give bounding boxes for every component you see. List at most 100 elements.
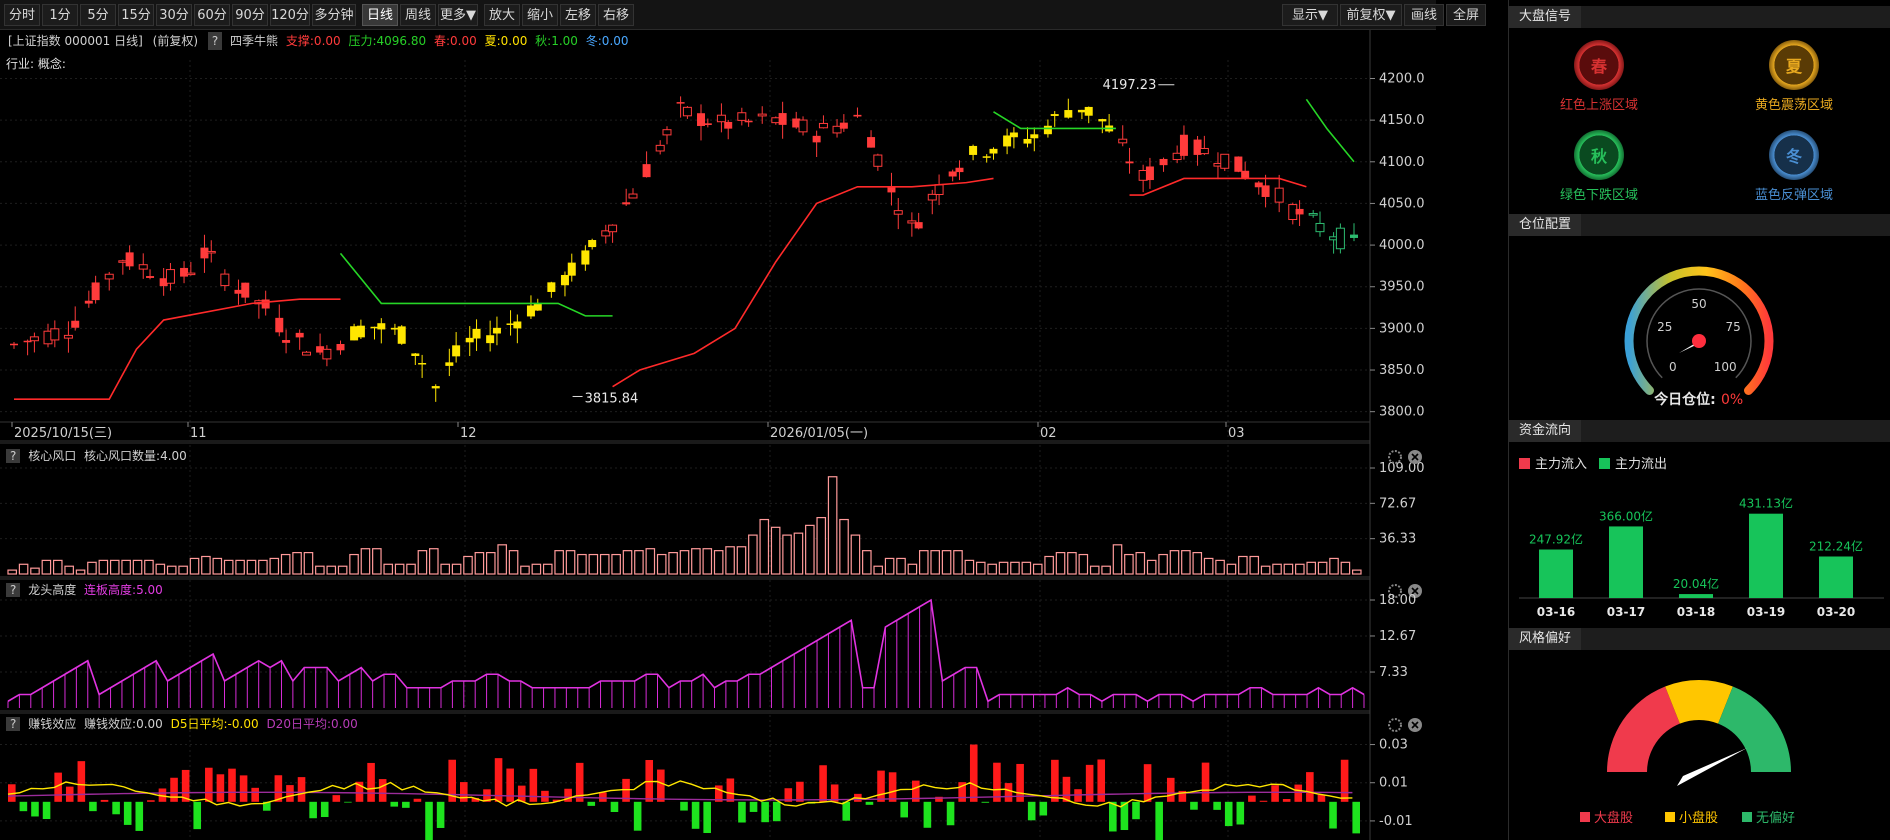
toolbar-right-2[interactable]: 画线	[1404, 4, 1444, 26]
profit-effect-bar	[772, 801, 781, 822]
candle-body	[465, 337, 474, 343]
wind-bar	[326, 565, 337, 575]
wind-bar	[839, 518, 849, 575]
panel2-value: 连板高度:5.00	[84, 583, 163, 597]
flow-bar	[1609, 526, 1643, 598]
period-tab-12[interactable]: 放大	[484, 4, 520, 26]
period-tab-15[interactable]: 右移	[598, 4, 634, 26]
toolbar-right-3[interactable]: 全屏	[1446, 4, 1486, 26]
panel1-divider	[0, 576, 1370, 580]
wind-bar	[520, 565, 530, 575]
profit-effect-bar	[1166, 777, 1175, 802]
wind-bar	[850, 534, 861, 575]
profit-effect-bar	[436, 801, 445, 828]
toolbar-right-0[interactable]: 显示▼	[1282, 4, 1338, 26]
period-tab-5[interactable]: 60分	[194, 4, 230, 26]
candle-body	[608, 224, 618, 233]
time-tick-label: 11	[190, 426, 207, 441]
security-title: [上证指数 000001 日线]	[8, 34, 143, 48]
period-tab-4[interactable]: 30分	[156, 4, 192, 26]
indicator-name: 四季牛熊	[230, 34, 279, 48]
profit-effect-bar	[1155, 801, 1163, 840]
period-toolbar: 分时 1分 5分 15分 30分 60分 90分 120分 多分钟 日线 周线 更多▼ 放大 缩小 左移 右移…	[0, 0, 1486, 30]
flow-bar-date: 03-20	[1817, 605, 1855, 619]
wind-bar	[440, 563, 451, 575]
period-tab-2[interactable]: 5分	[80, 4, 116, 26]
wind-bar	[75, 569, 86, 575]
profit-effect-bar	[193, 801, 202, 830]
candle-body	[186, 272, 196, 276]
candle-body	[893, 210, 903, 215]
toolbar-right-1[interactable]: 前复权▼	[1340, 4, 1402, 26]
candle-body	[322, 348, 332, 360]
profit-effect-bar	[1004, 783, 1013, 802]
flow-bar-value: 366.00亿	[1599, 508, 1653, 523]
candle-body	[411, 353, 420, 356]
candle-body	[969, 145, 978, 155]
wind-bar	[736, 546, 747, 575]
flow-in-legend-swatch	[1519, 458, 1530, 469]
help-icon[interactable]: ?	[6, 583, 21, 597]
period-tab-14[interactable]: 左移	[560, 4, 596, 26]
profit-effect-bar	[1201, 762, 1210, 802]
wind-bar	[223, 559, 234, 575]
flow-bar	[1819, 556, 1853, 598]
wind-bar	[725, 546, 735, 575]
flow-bar-value: 247.92亿	[1529, 532, 1583, 547]
period-tab-3[interactable]: 15分	[118, 4, 154, 26]
period-tab-1[interactable]: 1分	[42, 4, 78, 26]
period-tab-8[interactable]: 多分钟	[312, 4, 356, 26]
wind-bar	[1158, 553, 1168, 575]
wind-bar	[713, 550, 724, 575]
candle-body	[662, 129, 672, 136]
wind-bar	[109, 559, 120, 575]
candle-body	[989, 148, 998, 154]
wind-bar	[87, 561, 97, 575]
profit-effect-bar	[147, 800, 155, 802]
candle-body	[1125, 161, 1134, 164]
candle-body	[1315, 222, 1325, 233]
flow-in-legend-label: 主力流入	[1535, 457, 1587, 472]
candle-body	[138, 264, 148, 270]
candle-body	[350, 326, 359, 341]
wind-bar	[1135, 552, 1146, 575]
style-legend-label: 大盘股	[1594, 810, 1633, 826]
wind-bar	[1078, 553, 1089, 575]
candle-body	[547, 282, 556, 292]
period-tab-6[interactable]: 90分	[232, 4, 268, 26]
help-icon[interactable]: ?	[6, 717, 21, 731]
profit-effect-bar	[993, 762, 1001, 802]
profit-effect-bar	[680, 801, 688, 811]
period-tab-9[interactable]: 日线	[362, 4, 398, 26]
candle-body	[71, 320, 80, 328]
candle-body	[887, 187, 896, 193]
profit-effect-bar	[332, 795, 341, 802]
help-icon[interactable]: ?	[207, 32, 223, 50]
p1-tick-label: 36.33	[1379, 532, 1416, 547]
profit-effect-bar	[1282, 798, 1291, 802]
style-legend-label: 小盘股	[1679, 810, 1718, 826]
period-tab-0[interactable]: 分时	[4, 4, 40, 26]
candle-body	[1138, 169, 1148, 181]
profit-effect-bar	[923, 801, 932, 828]
period-tab-7[interactable]: 120分	[270, 4, 310, 26]
candle-body	[418, 363, 427, 365]
help-icon[interactable]: ?	[6, 449, 21, 463]
period-tab-13[interactable]: 缩小	[522, 4, 558, 26]
wind-bar	[269, 557, 280, 575]
period-tab-10[interactable]: 周线	[400, 4, 436, 26]
candle-body	[771, 117, 781, 124]
wind-bar	[964, 559, 975, 575]
period-tab-11[interactable]: 更多▼	[438, 4, 478, 26]
wind-bar	[1203, 557, 1214, 575]
wind-bar	[907, 563, 918, 575]
panel1-name: 核心风口	[28, 449, 77, 463]
profit-effect-bar	[1294, 784, 1303, 802]
candle-body	[180, 267, 189, 277]
pressure-value: 压力:4096.80	[348, 34, 427, 48]
flow-bar-value: 431.13亿	[1739, 496, 1793, 511]
wind-bar	[953, 550, 963, 575]
signal-label: 蓝色反弹区域	[1754, 188, 1833, 203]
candle-body	[1172, 152, 1182, 161]
price-tick-label: 4000.0	[1379, 238, 1425, 253]
